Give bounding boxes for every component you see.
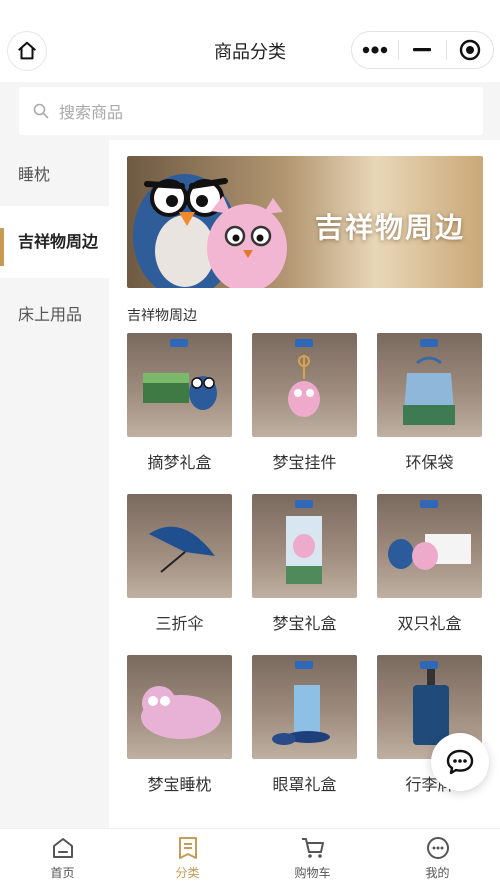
- product-card[interactable]: 摘梦礼盒: [127, 333, 232, 473]
- product-name: 摘梦礼盒: [147, 453, 212, 472]
- product-card[interactable]: 梦宝挂件: [252, 333, 357, 473]
- tab-profile[interactable]: 我的: [375, 829, 500, 886]
- product-name: 双只礼盒: [397, 614, 462, 633]
- product-image: [252, 494, 357, 598]
- bottom-tab-bar: 首页 分类 购物车 我的: [0, 828, 500, 886]
- sidebar-item-label: 吉祥物周边: [18, 232, 99, 251]
- customer-service-button[interactable]: [431, 733, 489, 791]
- top-navigation-bar: 商品分类: [0, 0, 500, 82]
- product-name: 梦宝睡枕: [147, 775, 212, 794]
- product-image: [377, 494, 482, 598]
- product-name: 三折伞: [155, 614, 204, 633]
- product-card[interactable]: 环保袋: [377, 333, 482, 473]
- product-image: [127, 333, 232, 437]
- search-icon: [33, 103, 49, 119]
- section-title: 吉祥物周边: [127, 308, 197, 324]
- product-card[interactable]: 梦宝礼盒: [252, 494, 357, 634]
- product-name: 梦宝挂件: [272, 453, 337, 472]
- tab-label: 我的: [425, 866, 450, 880]
- cart-tab-icon: [301, 838, 324, 858]
- category-sidebar: 睡枕 吉祥物周边 床上用品: [0, 140, 109, 828]
- search-area: 搜索商品: [0, 82, 500, 140]
- sidebar-item-label: 睡枕: [18, 165, 51, 184]
- category-banner[interactable]: 吉祥物周边: [127, 156, 483, 288]
- more-dots-icon: [362, 46, 388, 54]
- close-miniprogram-button[interactable]: [447, 32, 493, 68]
- minimize-icon: [413, 48, 432, 52]
- product-image: [252, 333, 357, 437]
- tab-cart[interactable]: 购物车: [250, 829, 375, 886]
- sidebar-item-bedding[interactable]: 床上用品: [0, 278, 109, 348]
- product-card[interactable]: 梦宝睡枕: [127, 655, 232, 795]
- search-placeholder: 搜索商品: [59, 103, 124, 122]
- banner-title: 吉祥物周边: [314, 211, 465, 244]
- product-image: [127, 655, 232, 759]
- more-button[interactable]: [352, 32, 398, 68]
- tab-label: 分类: [175, 866, 200, 880]
- home-tab-icon: [52, 838, 73, 858]
- tab-home[interactable]: 首页: [0, 829, 125, 886]
- category-tab-icon: [178, 837, 197, 859]
- product-image: [252, 655, 357, 759]
- sidebar-item-pillow[interactable]: 睡枕: [0, 140, 109, 206]
- sidebar-item-label: 床上用品: [18, 305, 83, 324]
- chat-bubble-icon: [446, 749, 474, 775]
- product-image: [127, 494, 232, 598]
- profile-tab-icon: [426, 837, 449, 859]
- tab-label: 首页: [50, 866, 75, 880]
- product-card[interactable]: 三折伞: [127, 494, 232, 634]
- category-content: 吉祥物周边 吉祥物周边 摘梦礼盒 梦宝挂件 环保袋 三折伞 梦宝礼盒 双只礼盒 …: [109, 140, 500, 828]
- search-input[interactable]: 搜索商品: [19, 87, 483, 135]
- mascot-banner-illustration: [133, 174, 287, 288]
- product-image: [377, 333, 482, 437]
- product-name: 环保袋: [405, 453, 454, 472]
- sidebar-item-mascot-merch[interactable]: 吉祥物周边: [0, 206, 109, 278]
- product-name: 梦宝礼盒: [272, 614, 337, 633]
- minimize-button[interactable]: [399, 32, 445, 68]
- target-close-icon: [459, 39, 481, 61]
- mini-program-capsule: [351, 31, 494, 69]
- tab-category[interactable]: 分类: [125, 829, 250, 886]
- product-name: 眼罩礼盒: [272, 775, 337, 794]
- tab-label: 购物车: [294, 866, 331, 880]
- product-card[interactable]: 双只礼盒: [377, 494, 482, 634]
- product-card[interactable]: 眼罩礼盒: [252, 655, 357, 795]
